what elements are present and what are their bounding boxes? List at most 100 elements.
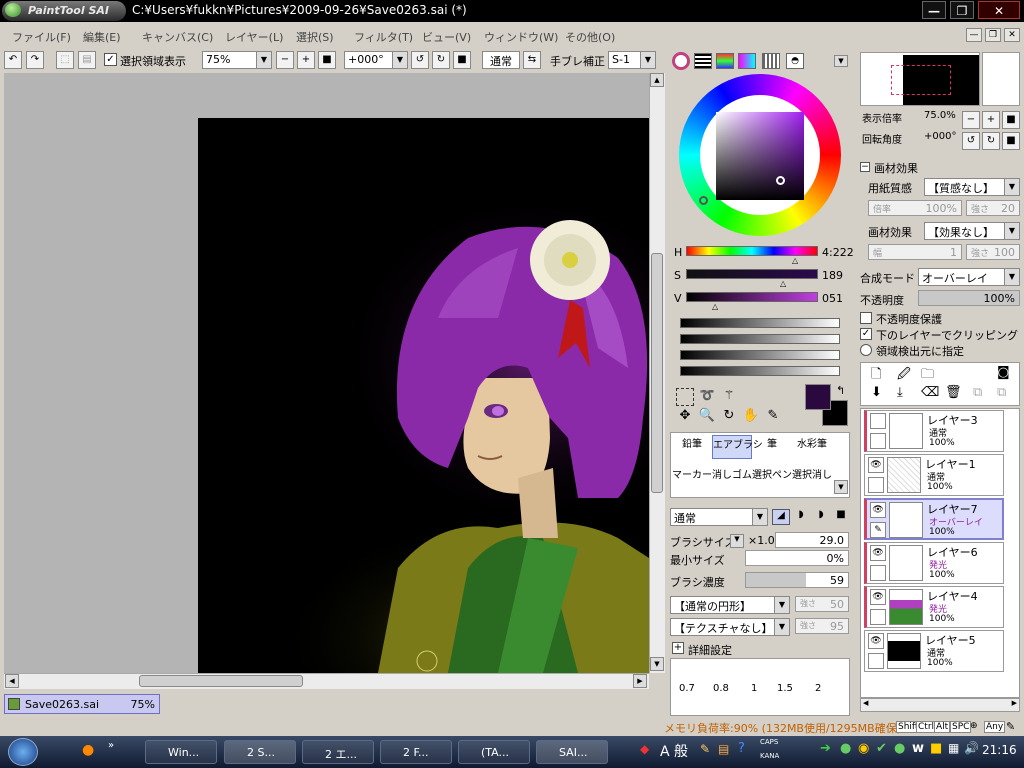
value-slider[interactable] (686, 292, 818, 302)
tool-airbrush[interactable]: エアブラシ (712, 435, 763, 459)
show-selection-checkbox[interactable]: ✓ (104, 53, 117, 66)
visibility-eye-icon[interactable]: 👁 (870, 545, 886, 561)
undo-icon[interactable]: ↶ (4, 51, 22, 69)
hsv-slider-mode-icon[interactable] (716, 53, 734, 69)
chevron-down-icon[interactable]: ▼ (730, 534, 744, 548)
magic-wand-icon[interactable]: ⚚ (720, 388, 738, 406)
new-folder-icon[interactable]: 🗀 (921, 365, 934, 387)
tray-app-icon[interactable]: ◉ (858, 741, 869, 756)
brush-size-field[interactable]: 29.0 (775, 532, 849, 548)
menu-window[interactable]: ウィンドウ(W) (484, 29, 558, 45)
invert-selection-icon[interactable]: ▤ (78, 51, 96, 69)
effect-strength-field[interactable]: 強さ 100 (966, 244, 1020, 260)
horizontal-scroll-thumb[interactable] (139, 675, 303, 687)
sv-cursor[interactable] (776, 176, 785, 185)
network-icon[interactable]: ▦ (948, 741, 959, 755)
visibility-eye-icon[interactable]: 👁 (868, 633, 884, 649)
layer-row[interactable]: レイヤー3 通常 100% (864, 410, 1004, 452)
nav-zoom-out-icon[interactable]: − (962, 111, 980, 129)
merge-down-icon[interactable]: ⤓ (897, 385, 903, 400)
quicklaunch-more-icon[interactable]: » (108, 740, 114, 751)
menu-layer[interactable]: レイヤー(L) (225, 29, 283, 45)
tray-app-icon[interactable]: ● (840, 741, 851, 756)
rotate-reset-icon[interactable]: ■ (453, 51, 471, 69)
ime-indicator[interactable]: A 般 (660, 741, 688, 761)
saturation-slider[interactable] (686, 269, 818, 279)
tool-eraser[interactable]: 消しゴム (712, 466, 752, 490)
clear-layer-icon[interactable]: ⌫ (921, 385, 939, 400)
hue-slider[interactable] (686, 246, 818, 256)
tray-app-icon[interactable]: ✔ (876, 741, 887, 756)
canvas-area[interactable] (4, 73, 649, 673)
volume-icon[interactable]: 🔊 (964, 741, 979, 755)
rotate-left-icon[interactable]: ↺ (411, 51, 429, 69)
preset-size[interactable]: 1 (751, 683, 757, 694)
tool-select-eraser[interactable]: 選択消し (792, 466, 832, 490)
tray-app-icon[interactable]: ● (894, 741, 905, 756)
zoom-out-icon[interactable]: − (276, 51, 294, 69)
edge-hard-icon[interactable]: ◢ (772, 509, 790, 525)
effect-select[interactable]: 【効果なし】 ▼ (924, 222, 1020, 240)
tool-marker[interactable]: マーカー (672, 466, 712, 490)
protect-opacity-checkbox[interactable] (860, 312, 872, 324)
nav-zoom-in-icon[interactable]: + (982, 111, 1000, 129)
layer-row[interactable]: 👁 レイヤー1 通常 100% (864, 454, 1004, 496)
preset-size[interactable]: 0.7 (679, 683, 695, 694)
navigator-viewport[interactable] (891, 65, 951, 95)
horizontal-scrollbar[interactable]: ◀ ▶ (4, 673, 649, 689)
scroll-left-icon[interactable]: ◀ (5, 674, 19, 688)
preset-size[interactable]: 2 (815, 683, 821, 694)
mdi-restore-button[interactable]: ❐ (985, 28, 1001, 42)
minimize-button[interactable]: — (922, 1, 946, 19)
tool-watercolor[interactable]: 水彩筆 (792, 435, 832, 459)
tool-pencil[interactable]: 鉛筆 (672, 435, 712, 459)
restore-button[interactable]: ❐ (950, 1, 974, 19)
clipping-checkbox[interactable]: ✓ (860, 328, 872, 340)
layer-row[interactable]: 👁 ✎ レイヤー7 オーバーレイ 100% (864, 498, 1004, 540)
zoom-in-icon[interactable]: + (297, 51, 315, 69)
transfer-down-icon[interactable]: ⬇ (871, 385, 882, 400)
redo-icon[interactable]: ↷ (26, 51, 44, 69)
visibility-eye-icon[interactable]: 👁 (870, 502, 886, 518)
hue-slider-handle[interactable]: △ (792, 256, 798, 265)
menu-select[interactable]: 選択(S) (296, 29, 334, 45)
shape-strength-field[interactable]: 強さ 50 (795, 596, 849, 612)
layer-row[interactable]: 👁 レイヤー5 通常 100% (864, 630, 1004, 672)
menu-file[interactable]: ファイル(F) (12, 29, 71, 45)
primary-color-swatch[interactable] (805, 384, 831, 410)
hue-cursor[interactable] (699, 196, 708, 205)
min-size-field[interactable]: 0% (745, 550, 849, 566)
vertical-scrollbar[interactable]: ▲ ▼ (649, 73, 665, 673)
lock-icon[interactable] (868, 653, 884, 669)
taskbar-item[interactable]: 2 F... (380, 740, 452, 764)
taskbar-item[interactable]: (TA... (458, 740, 530, 764)
scroll-left-icon[interactable]: ◀ (863, 699, 868, 707)
preset-size[interactable]: 1.5 (777, 683, 793, 694)
delete-layer-icon[interactable]: 🗑 (945, 385, 962, 400)
paper-scale-field[interactable]: 倍率 100% (868, 200, 962, 216)
selection-source-radio[interactable] (860, 344, 872, 356)
paper-select[interactable]: 【質感なし】 ▼ (924, 178, 1020, 196)
scroll-right-icon[interactable]: ▶ (633, 674, 647, 688)
menu-view[interactable]: ビュー(V) (422, 29, 471, 45)
menu-edit[interactable]: 編集(E) (83, 29, 121, 45)
preset-size[interactable]: 0.8 (713, 683, 729, 694)
taskbar-item[interactable]: 2 エ... (302, 740, 374, 764)
advanced-settings-label[interactable]: 詳細設定 (688, 642, 732, 658)
lock-icon[interactable] (870, 609, 886, 625)
nav-zoom-reset-icon[interactable]: ■ (1002, 111, 1020, 129)
value-slider-handle[interactable]: △ (712, 302, 718, 311)
tool-select-pen[interactable]: 選択ペン (752, 466, 792, 490)
edge-soft-icon[interactable]: ◗ (812, 509, 830, 525)
artwork-canvas[interactable] (198, 118, 649, 673)
visibility-eye-icon[interactable]: 👁 (868, 457, 884, 473)
zoom-select[interactable]: 75% ▼ (202, 51, 272, 69)
document-tab[interactable]: Save0263.sai 75% (4, 694, 160, 714)
visibility-eye-icon[interactable] (870, 413, 886, 429)
mdi-close-button[interactable]: ✕ (1004, 28, 1020, 42)
swap-colors-icon[interactable]: ↰ (836, 384, 845, 397)
close-button[interactable]: ✕ (978, 1, 1020, 19)
layer-mask-icon[interactable]: ◙ (997, 365, 1010, 380)
taskbar-item[interactable]: SAI... (536, 740, 608, 764)
menu-canvas[interactable]: キャンバス(C) (142, 29, 213, 45)
